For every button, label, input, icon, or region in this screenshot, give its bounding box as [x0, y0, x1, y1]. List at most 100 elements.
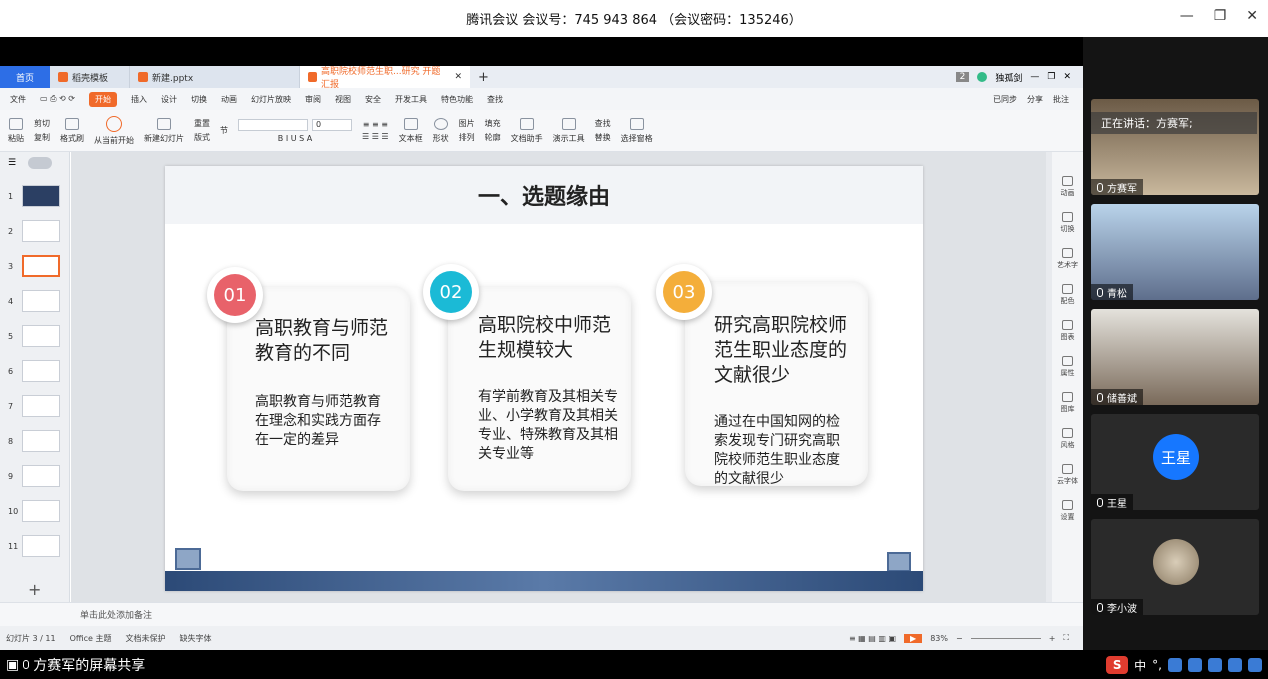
slide-thumbnail[interactable] [22, 395, 60, 417]
slide-thumbnail[interactable] [22, 325, 60, 347]
video-tile-qingsong[interactable]: 青松 [1091, 204, 1259, 300]
cut-button[interactable]: 剪切 复制 [34, 118, 50, 143]
slide-thumbnail[interactable] [22, 465, 60, 487]
picture-button[interactable]: 图片 排列 [459, 118, 475, 143]
properties-panel-button[interactable]: 属性 [1061, 356, 1075, 378]
video-tile-chushanbin[interactable]: 储善斌 [1091, 309, 1259, 405]
play-slideshow-button[interactable]: ▶ [904, 633, 923, 643]
video-tile-wangxing[interactable]: 王星 王星 [1091, 414, 1259, 510]
toolbox-icon[interactable] [1248, 658, 1262, 672]
menu-review[interactable]: 审阅 [305, 94, 321, 105]
ime-punct[interactable]: °, [1152, 658, 1162, 672]
menu-features[interactable]: 特色功能 [441, 94, 473, 105]
fit-window-icon[interactable]: ⛶ [1063, 633, 1069, 643]
outline-view-icon[interactable]: ☰ [8, 158, 16, 168]
menu-transition[interactable]: 切换 [191, 94, 207, 105]
notes-input[interactable]: 单击此处添加备注 [80, 608, 152, 621]
video-tile-lixiaobo[interactable]: 李小波 [1091, 519, 1259, 615]
outline-button[interactable]: 轮廓 [485, 132, 501, 143]
thumbnail-view-icon[interactable] [28, 157, 52, 169]
paragraph-controls[interactable]: ≡ ≡ ≡ ☰ ☰ ☰ [362, 120, 389, 141]
slide-thumbnail[interactable] [22, 500, 60, 522]
sync-status[interactable]: 已同步 [993, 94, 1017, 105]
slide-thumbnail[interactable] [22, 535, 60, 557]
new-slide-button[interactable]: 新建幻灯片 [144, 117, 184, 144]
shape-button[interactable]: 形状 [433, 117, 449, 144]
font-style-buttons[interactable]: B I U S A [278, 134, 312, 143]
style-panel-button[interactable]: 风格 [1061, 428, 1075, 450]
new-tab-button[interactable]: + [470, 66, 497, 88]
minimize-icon[interactable]: — [1180, 8, 1194, 24]
menu-insert[interactable]: 插入 [131, 94, 147, 105]
restore-icon[interactable]: ❐ [1214, 8, 1227, 24]
font-size-input[interactable]: 0 [312, 118, 352, 131]
close-icon[interactable]: ✕ [1063, 72, 1071, 82]
menu-animation[interactable]: 动画 [221, 94, 237, 105]
paste-button[interactable]: 粘贴 [8, 117, 24, 144]
menu-search[interactable]: 查找 [487, 94, 503, 105]
textbox-button[interactable]: 文本框 [399, 117, 423, 144]
add-slide-icon[interactable]: + [28, 580, 41, 599]
copy-button[interactable]: 复制 [34, 132, 50, 143]
slide-thumbnail[interactable] [22, 430, 60, 452]
minimize-icon[interactable]: — [1030, 72, 1039, 82]
voice-icon[interactable] [1188, 658, 1202, 672]
share-button[interactable]: 分享 [1027, 94, 1043, 105]
section-button[interactable]: 节 [220, 125, 228, 136]
comment-button[interactable]: 批注 [1053, 94, 1069, 105]
sogou-ime-icon[interactable]: S [1106, 656, 1129, 674]
presentation-tools-button[interactable]: 演示工具 [553, 117, 585, 144]
layout-button[interactable]: 重置 版式 [194, 118, 210, 143]
animation-panel-button[interactable]: 动画 [1061, 176, 1075, 198]
slide-thumbnail[interactable] [22, 290, 60, 312]
close-icon[interactable]: ✕ [1246, 8, 1258, 24]
menu-design[interactable]: 设计 [161, 94, 177, 105]
skin-icon[interactable] [1228, 658, 1242, 672]
fill-button[interactable]: 填充 轮廓 [485, 118, 501, 143]
from-current-button[interactable]: 从当前开始 [94, 115, 134, 146]
menu-security[interactable]: 安全 [365, 94, 381, 105]
menu-developer[interactable]: 开发工具 [395, 94, 427, 105]
menu-home[interactable]: 开始 [89, 91, 117, 107]
tab-current-doc[interactable]: 高职院校师范生职...研究 开题汇报 ✕ [300, 66, 470, 90]
tab-home[interactable]: 首页 [0, 66, 50, 88]
menu-slideshow[interactable]: 幻灯片放映 [251, 94, 291, 105]
menu-view[interactable]: 视图 [335, 94, 351, 105]
protect-status[interactable]: 文档未保护 [126, 633, 166, 644]
close-tab-icon[interactable]: ✕ [454, 72, 462, 82]
slide-thumbnail[interactable] [22, 185, 60, 207]
slide-thumbnail[interactable] [22, 220, 60, 242]
settings-panel-button[interactable]: 设置 [1061, 500, 1075, 522]
zoom-level[interactable]: 83% [930, 634, 948, 643]
user-name[interactable]: 独孤剑 [995, 71, 1022, 84]
zoom-out-button[interactable]: − [956, 634, 963, 643]
quick-access-icons[interactable]: ▭ ⎙ ⟲ ⟳ [40, 94, 75, 104]
tab-new-pptx[interactable]: 新建.pptx [130, 66, 300, 88]
menu-file[interactable]: 文件 [10, 94, 26, 105]
missing-font[interactable]: 缺失字体 [180, 633, 212, 644]
keyboard-icon[interactable] [1208, 658, 1222, 672]
slide-thumbnail-selected[interactable] [22, 255, 60, 277]
color-scheme-panel-button[interactable]: 配色 [1061, 284, 1075, 306]
gallery-panel-button[interactable]: 图库 [1061, 392, 1075, 414]
chart-panel-button[interactable]: 图表 [1061, 320, 1075, 342]
slide-thumbnail[interactable] [22, 360, 60, 382]
zoom-in-button[interactable]: + [1049, 634, 1056, 643]
replace-button[interactable]: 替换 [595, 132, 611, 143]
doc-assistant-button[interactable]: 文档助手 [511, 117, 543, 144]
cloud-font-panel-button[interactable]: 云字体 [1057, 464, 1078, 486]
transition-panel-button[interactable]: 切换 [1061, 212, 1075, 234]
emoji-icon[interactable] [1168, 658, 1182, 672]
restore-icon[interactable]: ❐ [1047, 72, 1055, 82]
arrange-button[interactable]: 排列 [459, 132, 475, 143]
font-name-input[interactable] [238, 118, 308, 131]
view-mode-icons[interactable]: ≡ ▦ ▤ ▥ ▣ [849, 634, 896, 643]
selection-pane-button[interactable]: 选择窗格 [621, 117, 653, 144]
tab-docer-templates[interactable]: 稻壳模板 [50, 66, 130, 88]
format-painter-button[interactable]: 格式刷 [60, 117, 84, 144]
ime-mode[interactable]: 中 [1134, 657, 1146, 674]
avatar[interactable] [977, 72, 988, 82]
find-button[interactable]: 查找 替换 [595, 118, 611, 143]
zoom-slider[interactable] [970, 637, 1041, 639]
wordart-panel-button[interactable]: 艺术字 [1057, 248, 1078, 270]
